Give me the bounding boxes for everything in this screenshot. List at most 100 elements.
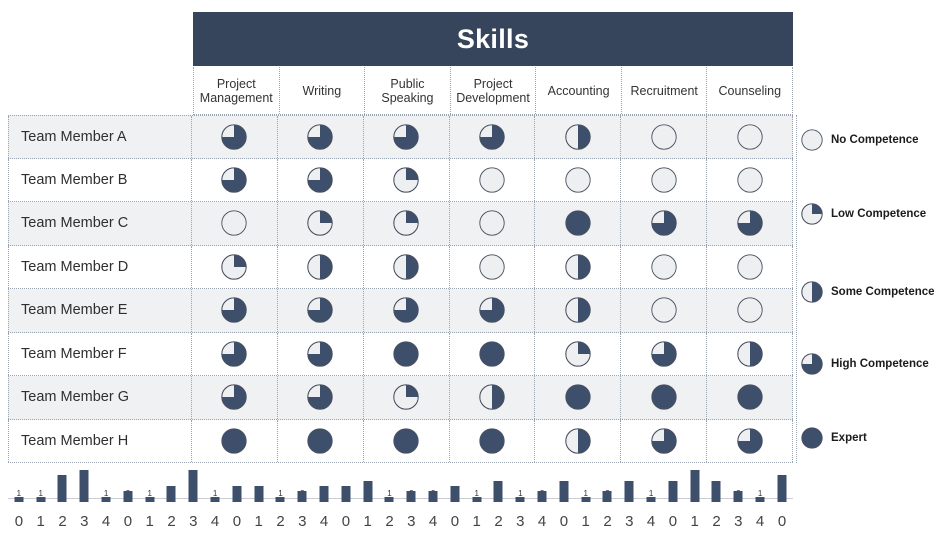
competence-cell[interactable]	[192, 419, 278, 462]
competence-cell[interactable]	[192, 158, 278, 201]
competence-cell[interactable]	[364, 202, 450, 245]
histogram-tick-label: 2	[167, 513, 176, 530]
competence-cell[interactable]	[278, 332, 364, 375]
histogram-bar	[123, 491, 133, 502]
banner-title: Skills	[456, 23, 530, 54]
competence-cell[interactable]	[621, 116, 708, 158]
harvey-ball-level-0	[736, 254, 763, 280]
legend-item: Low Competence	[801, 203, 926, 225]
harvey-ball-level-0	[479, 210, 505, 236]
histogram-bar-slot: 52	[52, 468, 74, 532]
competence-cell[interactable]	[364, 116, 450, 158]
competence-cell[interactable]	[707, 376, 792, 419]
row-label: Team Member B	[8, 158, 192, 201]
competence-cell[interactable]	[278, 419, 364, 462]
row-cells	[192, 289, 793, 332]
histogram-tick-label: 4	[428, 513, 438, 530]
competence-cell[interactable]	[364, 332, 450, 375]
histogram-bar-slot: 12	[270, 468, 292, 532]
legend-label: No Competence	[831, 134, 919, 146]
histogram-bar	[624, 480, 634, 502]
row-cells	[192, 202, 793, 245]
competence-cell[interactable]	[535, 332, 622, 375]
competence-cell[interactable]	[278, 376, 364, 419]
histogram-bar-slot: 23	[400, 468, 422, 532]
competence-cell[interactable]	[192, 289, 278, 332]
harvey-ball-level-3	[307, 341, 333, 367]
competence-cell[interactable]	[707, 116, 792, 158]
competence-cell[interactable]	[707, 159, 792, 202]
competence-cell[interactable]	[450, 289, 536, 332]
competence-cell[interactable]	[278, 202, 364, 245]
competence-cell[interactable]	[192, 376, 278, 419]
competence-cell[interactable]	[450, 419, 536, 462]
histogram-tick-label: 4	[319, 513, 329, 530]
row-cells	[192, 419, 793, 463]
row-cells	[192, 376, 793, 419]
competence-cell[interactable]	[535, 245, 622, 288]
harvey-ball-level-3	[736, 210, 763, 236]
harvey-ball-level-1	[565, 341, 591, 367]
competence-cell[interactable]	[707, 246, 792, 289]
histogram-bar	[755, 496, 765, 502]
histogram-bar-slot: 14	[640, 468, 662, 532]
competence-cell[interactable]	[707, 289, 792, 332]
competence-cell[interactable]	[192, 116, 278, 158]
competence-cell[interactable]	[621, 332, 708, 375]
competence-cell[interactable]	[192, 202, 278, 245]
competence-cell[interactable]	[707, 202, 792, 245]
harvey-ball-level-3	[479, 297, 505, 323]
harvey-ball-level-3	[307, 124, 333, 150]
table-row: Team Member F	[8, 332, 793, 376]
histogram-bar-slot: 41	[357, 468, 379, 532]
histogram-bar-slot: 14	[204, 468, 226, 532]
competence-cell[interactable]	[278, 116, 364, 158]
histogram-tick-label: 0	[559, 513, 569, 530]
histogram-bar-slot: 11	[466, 468, 488, 532]
histogram-tick-label: 0	[450, 513, 460, 530]
competence-cell[interactable]	[192, 245, 278, 288]
competence-cell[interactable]	[450, 376, 536, 419]
histogram-tick-label: 0	[232, 513, 242, 530]
histogram-tick-label: 2	[494, 513, 503, 530]
competence-cell[interactable]	[535, 289, 622, 332]
competence-cell[interactable]	[450, 202, 536, 245]
histogram-bar-slot: 30	[335, 468, 357, 532]
competence-cell[interactable]	[535, 116, 622, 158]
competence-cell[interactable]	[535, 376, 622, 419]
competence-cell[interactable]	[621, 202, 708, 245]
column-header-row: Project Management Writing Public Speaking…	[193, 67, 793, 115]
harvey-ball-level-0	[221, 210, 248, 236]
competence-cell[interactable]	[364, 245, 450, 288]
competence-cell[interactable]	[621, 245, 708, 288]
histogram-tick-label: 2	[276, 513, 285, 530]
competence-cell[interactable]	[707, 333, 792, 376]
competence-cell[interactable]	[621, 419, 708, 462]
competence-cell[interactable]	[278, 245, 364, 288]
harvey-ball-level-1	[801, 203, 823, 225]
competence-cell[interactable]	[535, 202, 622, 245]
competence-cell[interactable]	[450, 158, 536, 201]
histogram-bar-slot: 40	[553, 468, 575, 532]
competence-cell[interactable]	[450, 332, 536, 375]
competence-cell[interactable]	[535, 419, 622, 462]
histogram-bar	[428, 491, 438, 502]
competence-cell[interactable]	[621, 289, 708, 332]
competence-cell[interactable]	[192, 332, 278, 375]
competence-cell[interactable]	[364, 419, 450, 462]
histogram-tick-label: 0	[668, 513, 678, 530]
competence-cell[interactable]	[535, 158, 622, 201]
competence-cell[interactable]	[278, 158, 364, 201]
competence-cell[interactable]	[707, 420, 792, 463]
histogram-bar-slot: 22	[597, 468, 619, 532]
competence-cell[interactable]	[621, 376, 708, 419]
competence-cell[interactable]	[364, 158, 450, 201]
harvey-ball-level-0	[651, 254, 677, 280]
competence-cell[interactable]	[278, 289, 364, 332]
histogram-bar	[602, 491, 612, 502]
competence-cell[interactable]	[364, 376, 450, 419]
competence-cell[interactable]	[364, 289, 450, 332]
competence-cell[interactable]	[621, 158, 708, 201]
competence-cell[interactable]	[450, 116, 536, 158]
competence-cell[interactable]	[450, 245, 536, 288]
